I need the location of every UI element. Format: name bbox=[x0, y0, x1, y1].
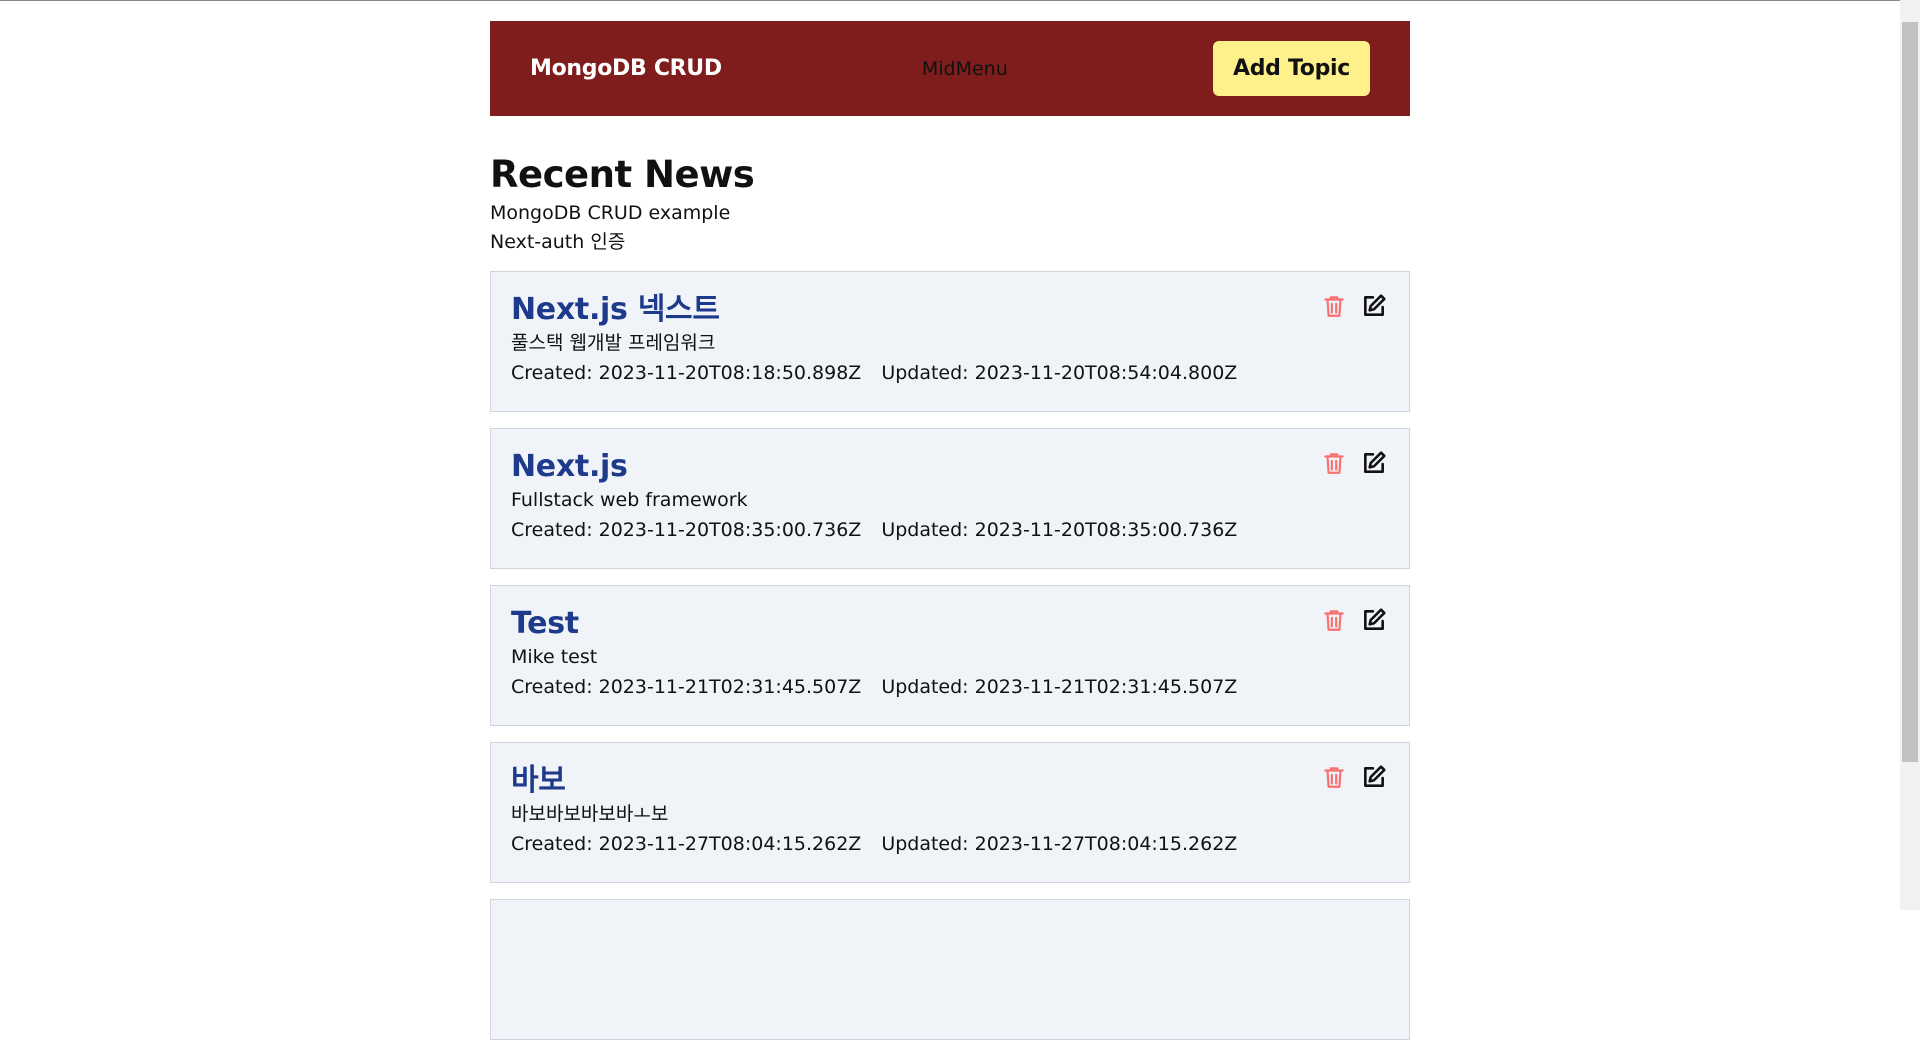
topic-created: Created: 2023-11-20T08:18:50.898Z bbox=[511, 362, 862, 384]
topic-actions bbox=[1319, 449, 1389, 479]
topic-created: Created: 2023-11-27T08:04:15.262Z bbox=[511, 833, 862, 855]
topic-description: Mike test bbox=[511, 646, 598, 668]
topic-description: 풀스택 웹개발 프레임워크 bbox=[511, 332, 716, 354]
topic-card: Next.js 넥스트 풀스택 웹개발 프레임워크 Created: 2023-… bbox=[490, 271, 1410, 412]
topic-meta: Created: 2023-11-21T02:31:45.507Z Updated… bbox=[511, 672, 1389, 702]
delete-topic-button[interactable] bbox=[1319, 606, 1349, 636]
navbar: MongoDB CRUD MidMenu Add Topic bbox=[490, 21, 1410, 116]
page-container: MongoDB CRUD MidMenu Add Topic Recent Ne… bbox=[490, 21, 1410, 1056]
topic-actions bbox=[1319, 606, 1389, 636]
mid-menu-link[interactable]: MidMenu bbox=[822, 58, 1213, 80]
topic-title: Test bbox=[511, 606, 579, 641]
edit-icon bbox=[1361, 764, 1387, 793]
brand-link[interactable]: MongoDB CRUD bbox=[530, 56, 722, 81]
vertical-scrollbar[interactable] bbox=[1900, 0, 1920, 910]
delete-topic-button[interactable] bbox=[1319, 292, 1349, 322]
topic-meta: Created: 2023-11-20T08:35:00.736Z Updated… bbox=[511, 515, 1389, 545]
trash-icon bbox=[1321, 607, 1347, 636]
edit-icon bbox=[1361, 450, 1387, 479]
topic-card: Next.js Fullstack web framework Created:… bbox=[490, 428, 1410, 569]
topic-meta: Created: 2023-11-20T08:18:50.898Z Updated… bbox=[511, 358, 1389, 388]
topic-updated: Updated: 2023-11-20T08:54:04.800Z bbox=[881, 362, 1238, 384]
page-subtitle: MongoDB CRUD example bbox=[490, 202, 731, 224]
topic-description: 바보바보바보바ㅗ보 bbox=[511, 803, 669, 825]
topic-description: Fullstack web framework bbox=[511, 489, 748, 511]
scrollbar-thumb[interactable] bbox=[1902, 22, 1918, 762]
topic-actions bbox=[1319, 763, 1389, 793]
edit-topic-button[interactable] bbox=[1359, 292, 1389, 322]
trash-icon bbox=[1321, 293, 1347, 322]
topic-updated: Updated: 2023-11-20T08:35:00.736Z bbox=[881, 519, 1238, 541]
topic-card: 바보 바보바보바보바ㅗ보 Created: 2023-11-27T08:04:1… bbox=[490, 742, 1410, 883]
topic-list: Next.js 넥스트 풀스택 웹개발 프레임워크 Created: 2023-… bbox=[490, 271, 1410, 1040]
edit-topic-button[interactable] bbox=[1359, 763, 1389, 793]
topic-title: 바보 bbox=[511, 763, 566, 798]
topic-title: Next.js 넥스트 bbox=[511, 292, 720, 327]
page-subtitle-auth: Next-auth 인증 bbox=[490, 231, 626, 253]
edit-icon bbox=[1361, 293, 1387, 322]
topic-created: Created: 2023-11-20T08:35:00.736Z bbox=[511, 519, 862, 541]
window-top-border bbox=[0, 0, 1920, 1]
topic-updated: Updated: 2023-11-27T08:04:15.262Z bbox=[881, 833, 1238, 855]
add-topic-button[interactable]: Add Topic bbox=[1212, 41, 1370, 96]
trash-icon bbox=[1321, 450, 1347, 479]
edit-icon bbox=[1361, 607, 1387, 636]
trash-icon bbox=[1321, 764, 1347, 793]
delete-topic-button[interactable] bbox=[1319, 763, 1349, 793]
topic-updated: Updated: 2023-11-21T02:31:45.507Z bbox=[881, 676, 1238, 698]
delete-topic-button[interactable] bbox=[1319, 449, 1349, 479]
topic-title: Next.js bbox=[511, 449, 628, 484]
topic-actions bbox=[1319, 292, 1389, 322]
edit-topic-button[interactable] bbox=[1359, 606, 1389, 636]
topic-created: Created: 2023-11-21T02:31:45.507Z bbox=[511, 676, 862, 698]
edit-topic-button[interactable] bbox=[1359, 449, 1389, 479]
topic-card-partial bbox=[490, 899, 1410, 1040]
page-title: Recent News bbox=[490, 153, 755, 196]
topic-meta: Created: 2023-11-27T08:04:15.262Z Updated… bbox=[511, 829, 1389, 859]
topic-card: Test Mike test Created: 2023-11-21T02:31… bbox=[490, 585, 1410, 726]
